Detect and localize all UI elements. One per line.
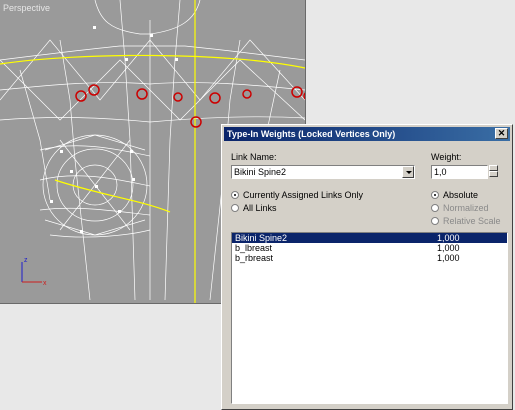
radio-dot-icon	[231, 191, 239, 199]
weight-value: 1,0	[434, 167, 447, 177]
radio-all-links[interactable]: All Links	[231, 203, 277, 213]
weight-input[interactable]: 1,0	[431, 165, 488, 179]
weight-label: Weight:	[431, 152, 462, 162]
link-weight: 1,000	[437, 253, 460, 263]
radio-normalized[interactable]: Normalized	[431, 203, 489, 213]
link-name-dropdown[interactable]: Bikini Spine2	[231, 165, 415, 179]
link-weight: 1,000	[437, 243, 460, 253]
radio-dot-icon	[431, 217, 439, 225]
radio-currently-assigned[interactable]: Currently Assigned Links Only	[231, 190, 363, 200]
radio-label: Currently Assigned Links Only	[243, 190, 364, 200]
list-item[interactable]: Bikini Spine2 1,000	[232, 233, 507, 243]
radio-absolute[interactable]: Absolute	[431, 190, 478, 200]
type-in-weights-dialog: Type-In Weights (Locked Vertices Only) ✕…	[221, 124, 513, 410]
link-weight: 1,000	[437, 233, 460, 243]
radio-dot-icon	[231, 204, 239, 212]
link-name-value: Bikini Spine2	[234, 167, 287, 177]
radio-label: All Links	[243, 203, 277, 213]
axis-x-label: x	[43, 280, 47, 287]
link-name: b_rbreast	[235, 253, 274, 263]
dialog-title: Type-In Weights (Locked Vertices Only)	[227, 129, 396, 139]
link-name: Bikini Spine2	[235, 233, 288, 243]
radio-label: Normalized	[443, 203, 489, 213]
selected-vertices[interactable]	[75, 84, 305, 128]
links-list[interactable]: Bikini Spine2 1,000 b_lbreast 1,000 b_rb…	[231, 232, 508, 404]
close-button[interactable]: ✕	[495, 128, 508, 139]
viewport-label[interactable]: Perspective	[3, 3, 50, 13]
radio-label: Absolute	[443, 190, 479, 200]
radio-dot-icon	[431, 204, 439, 212]
link-name: b_lbreast	[235, 243, 273, 253]
radio-label: Relative Scale	[443, 216, 501, 226]
list-item[interactable]: b_lbreast 1,000	[232, 243, 507, 253]
chevron-down-icon[interactable]	[402, 166, 414, 178]
dialog-titlebar[interactable]: Type-In Weights (Locked Vertices Only) ✕	[224, 127, 510, 141]
list-item[interactable]: b_rbreast 1,000	[232, 253, 507, 263]
radio-relative-scale[interactable]: Relative Scale	[431, 216, 501, 226]
link-name-label: Link Name:	[231, 152, 277, 162]
axis-z-label: z	[24, 257, 28, 264]
radio-dot-icon	[431, 191, 439, 199]
weight-spinner[interactable]	[489, 165, 498, 177]
spinner-down-icon[interactable]	[489, 171, 498, 177]
